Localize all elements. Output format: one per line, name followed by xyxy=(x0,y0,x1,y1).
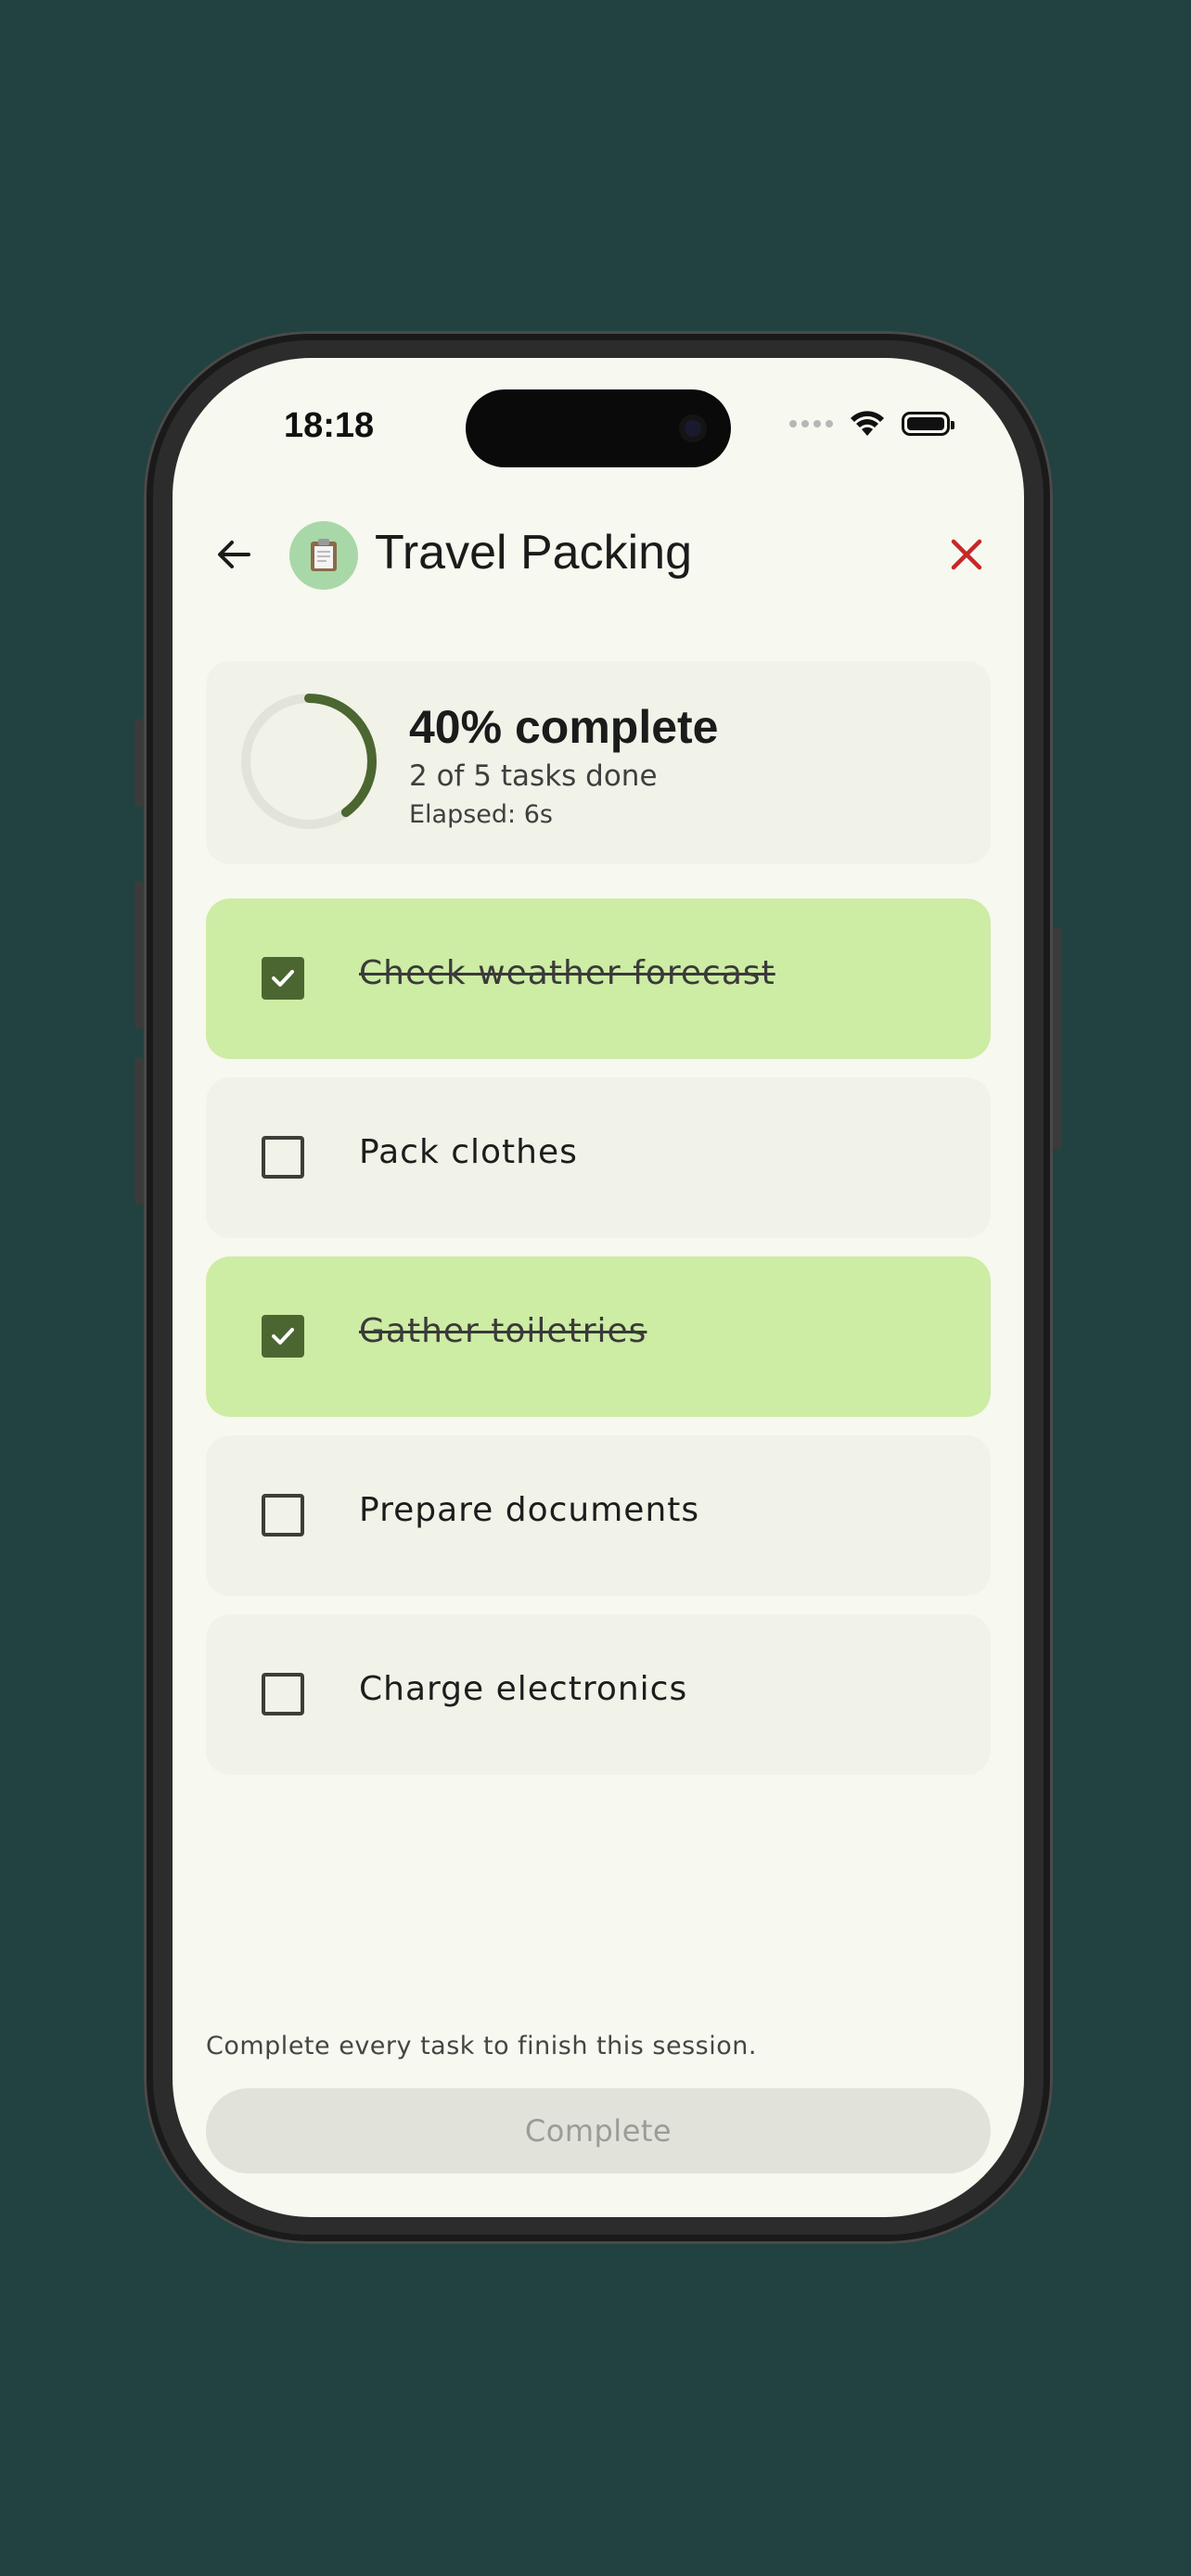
progress-percent: 40% complete xyxy=(409,701,719,753)
checkbox[interactable] xyxy=(262,1673,304,1715)
side-button xyxy=(134,881,144,1029)
clipboard-icon xyxy=(289,521,358,590)
task-label: Charge electronics xyxy=(359,1670,688,1708)
side-button xyxy=(1053,927,1062,1150)
check-icon xyxy=(272,970,294,987)
signal-icon xyxy=(789,420,833,427)
close-icon xyxy=(951,539,982,570)
dynamic-island xyxy=(466,389,731,467)
task-item[interactable]: Charge electronics xyxy=(206,1614,991,1775)
task-label: Gather toiletries xyxy=(359,1312,647,1350)
task-item[interactable]: Pack clothes xyxy=(206,1078,991,1238)
elapsed-time: Elapsed: 6s xyxy=(409,800,553,829)
status-time: 18:18 xyxy=(284,406,375,445)
tasks-done-count: 2 of 5 tasks done xyxy=(409,759,658,793)
task-item[interactable]: Check weather forecast xyxy=(206,899,991,1059)
task-item[interactable]: Prepare documents xyxy=(206,1435,991,1596)
camera-icon xyxy=(679,414,707,442)
checkbox[interactable] xyxy=(262,1315,304,1358)
task-label: Pack clothes xyxy=(359,1133,578,1171)
page-title: Travel Packing xyxy=(375,526,692,580)
status-icons xyxy=(789,410,954,438)
progress-ring xyxy=(241,694,377,829)
check-icon xyxy=(272,1328,294,1345)
checkbox[interactable] xyxy=(262,1494,304,1537)
task-label: Prepare documents xyxy=(359,1491,700,1529)
task-item[interactable]: Gather toiletries xyxy=(206,1256,991,1417)
battery-icon xyxy=(902,412,954,436)
back-button[interactable] xyxy=(210,530,258,579)
wifi-icon xyxy=(851,411,884,436)
app-screen: 18:18 Travel Packing 40% complete 2 of 5… xyxy=(173,358,1024,2217)
side-button xyxy=(134,1057,144,1205)
header-bar: Travel Packing xyxy=(173,514,1024,595)
completion-hint: Complete every task to finish this sessi… xyxy=(206,2032,757,2060)
checkbox[interactable] xyxy=(262,1136,304,1179)
close-button[interactable] xyxy=(942,530,991,579)
side-button xyxy=(134,719,144,807)
progress-card: 40% complete 2 of 5 tasks done Elapsed: … xyxy=(206,661,991,864)
task-label: Check weather forecast xyxy=(359,954,775,992)
checkbox[interactable] xyxy=(262,957,304,1000)
arrow-left-icon xyxy=(218,541,250,568)
complete-button[interactable]: Complete xyxy=(206,2088,991,2174)
